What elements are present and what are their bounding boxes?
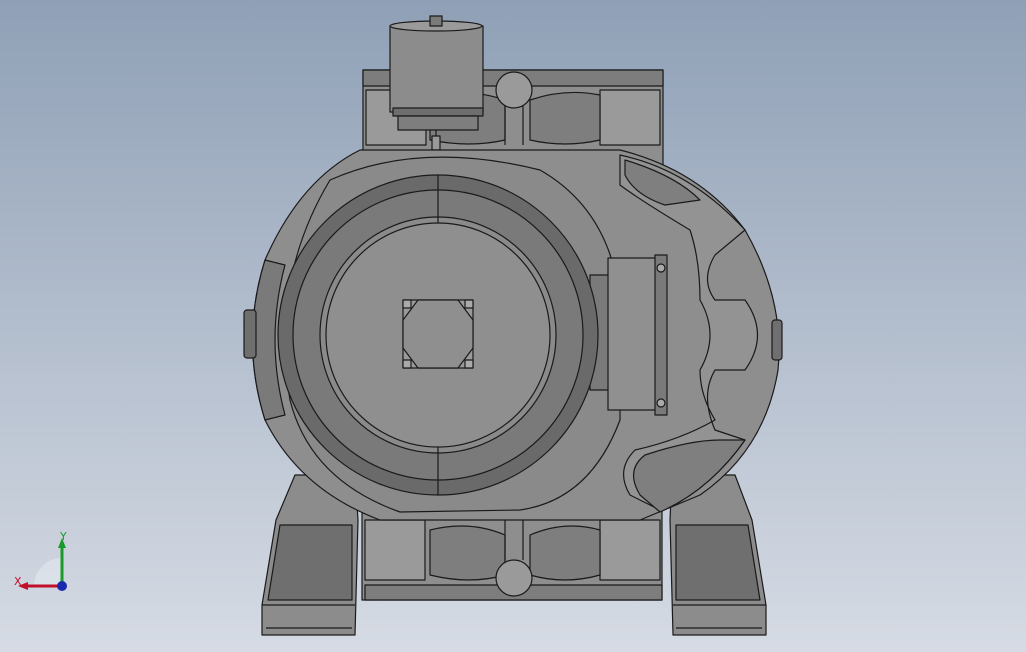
shaft-nut [402,299,474,369]
top-motor [389,15,484,151]
z-axis-dot [57,581,67,591]
x-axis-label: X [14,575,22,588]
y-axis-label: Y [59,530,67,543]
pump-model[interactable] [0,0,1026,652]
graphics-viewport[interactable]: X Y [0,0,1026,652]
triad-background-wedge [34,558,62,586]
axis-triad: X Y [14,530,67,591]
